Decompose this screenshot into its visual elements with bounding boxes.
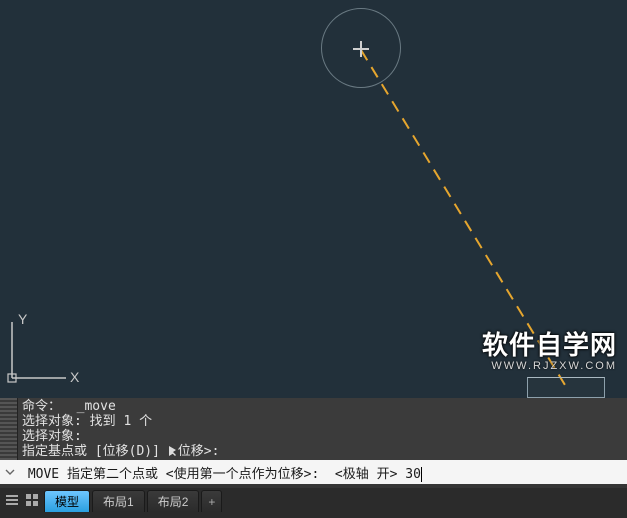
crosshair-cursor (353, 41, 369, 57)
ucs-x-label: X (70, 369, 80, 385)
layout-tab-bar: 模型 布局1 布局2 + (0, 488, 627, 518)
command-window[interactable]: 命令： _move 选择对象: 找到 1 个 选择对象: 指定基点或 [位移(D… (0, 398, 627, 488)
layout-list-icon[interactable] (4, 492, 20, 508)
watermark-en: WWW.RJZXW.COM (482, 360, 617, 372)
tab-layout1[interactable]: 布局1 (92, 490, 145, 512)
selected-object-marker (527, 377, 605, 398)
command-input[interactable]: MOVE 指定第二个点或 <使用第一个点作为位移>: <极轴 开> 30 (20, 463, 627, 482)
command-history[interactable]: 命令： _move 选择对象: 找到 1 个 选择对象: 指定基点或 [位移(D… (18, 398, 627, 460)
cmd-history-line: 命令： _move (22, 399, 116, 414)
cmd-history-line: 位移>: (178, 444, 220, 459)
layout-grid-icon[interactable] (24, 492, 40, 508)
watermark: 软件自学网 WWW.RJZXW.COM (482, 325, 617, 372)
watermark-cn: 软件自学网 (482, 325, 617, 362)
tab-layout2[interactable]: 布局2 (147, 490, 200, 512)
command-input-row[interactable]: MOVE 指定第二个点或 <使用第一个点作为位移>: <极轴 开> 30 (0, 460, 627, 484)
chevron-down-icon (5, 467, 15, 477)
tab-add-layout[interactable]: + (201, 490, 222, 512)
cmd-history-line: 选择对象: 找到 1 个 (22, 414, 152, 429)
cmd-history-line: 选择对象: (22, 429, 82, 444)
cmd-history-line: 指定基点或 [位移(D)] (22, 444, 168, 459)
cursor-glyph-icon (168, 445, 178, 457)
tab-model[interactable]: 模型 (44, 490, 90, 512)
ucs-icon: X Y (6, 310, 86, 390)
command-window-grip[interactable] (0, 398, 18, 460)
model-space-viewport[interactable]: X Y 软件自学网 WWW.RJZXW.COM (0, 0, 627, 398)
ucs-y-label: Y (18, 311, 28, 327)
command-dropdown-button[interactable] (0, 460, 20, 484)
